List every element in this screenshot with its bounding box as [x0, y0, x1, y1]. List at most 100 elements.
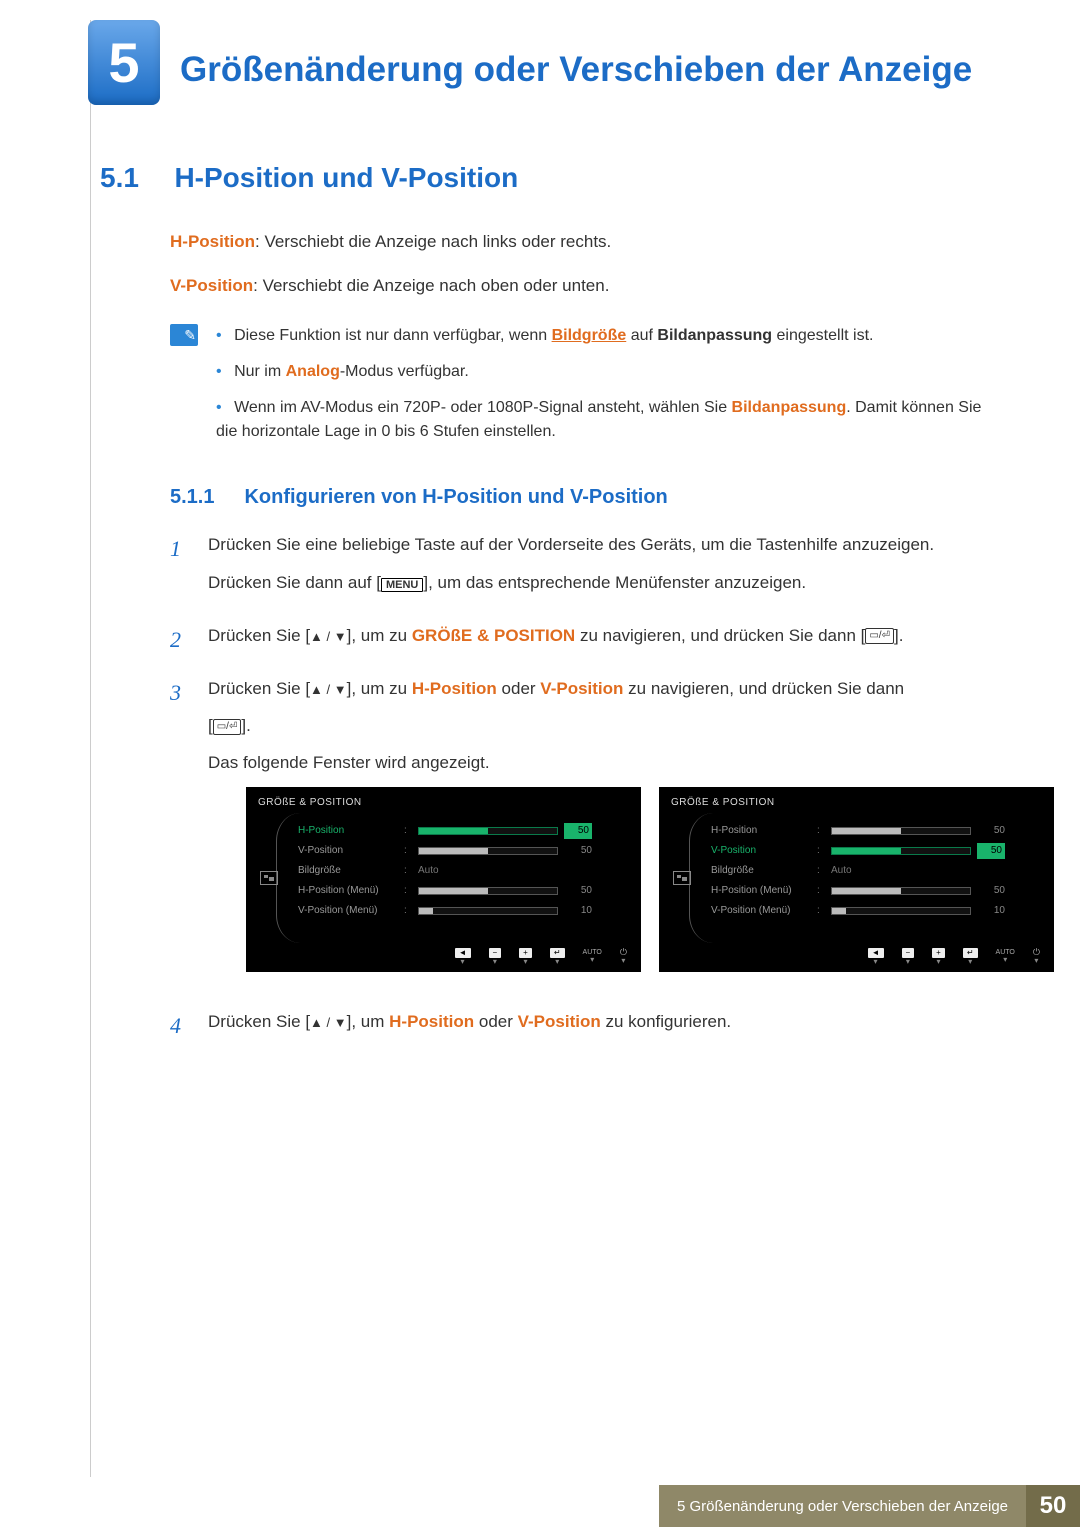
- bullet-dot: •: [216, 327, 222, 344]
- left-margin-rule: [90, 20, 91, 1477]
- section-number: 5.1: [100, 162, 170, 194]
- osd-arrow-icon: ▾: [621, 957, 625, 965]
- osd-row-hpos: H-Position:50: [711, 821, 1042, 841]
- step3-o2: V-Position: [540, 679, 623, 698]
- osd-value: 50: [977, 823, 1005, 839]
- intro-h-text: : Verschiebt die Anzeige nach links oder…: [255, 232, 611, 251]
- step-number-3: 3: [170, 675, 190, 992]
- osd-side-icon: [673, 871, 691, 885]
- osd-arrow-icon: ▾: [524, 958, 528, 966]
- step2-text: Drücken Sie [▲ / ▼], um zu GRÖßE & POSIT…: [208, 622, 903, 649]
- osd-row-vmenu: V-Position (Menü):10: [711, 901, 1042, 921]
- source-enter-icon: ▭/⏎: [213, 719, 242, 735]
- menu-key-icon: MENU: [381, 578, 423, 592]
- osd-value: 50: [977, 883, 1005, 899]
- osd-value-auto: Auto: [418, 863, 439, 879]
- osd-arrow-icon: ▾: [555, 958, 559, 966]
- osd-arrow-icon: ▾: [906, 958, 910, 966]
- osd-label: V-Position (Menü): [711, 903, 811, 919]
- subsection-number: 5.1.1: [170, 486, 240, 509]
- osd-row-hpos: H-Position:50: [298, 821, 629, 841]
- osd-label: H-Position: [711, 823, 811, 839]
- osd-label: H-Position (Menü): [711, 883, 811, 899]
- step-3: 3 Drücken Sie [▲ / ▼], um zu H-Position …: [170, 675, 1005, 992]
- step2-d: ].: [894, 626, 903, 645]
- note1-c: eingestellt ist.: [772, 327, 873, 344]
- step1b-b: ], um das entsprechende Menüfenster anzu…: [423, 573, 806, 592]
- step4-o2: V-Position: [518, 1012, 601, 1031]
- osd-value: 10: [564, 903, 592, 919]
- osd-arrow-icon: ▾: [493, 958, 497, 966]
- note3-a: Wenn im AV-Modus ein 720P- oder 1080P-Si…: [234, 399, 731, 416]
- step3-line1: Drücken Sie [▲ / ▼], um zu H-Position od…: [208, 675, 1054, 702]
- osd-value: 50: [977, 843, 1005, 859]
- osd-arrow-icon: ▾: [937, 958, 941, 966]
- step4-b: ], um: [347, 1012, 390, 1031]
- note2-a: Nur im: [234, 363, 286, 380]
- step2-a: Drücken Sie [: [208, 626, 310, 645]
- up-down-icon: ▲ / ▼: [310, 629, 347, 644]
- note3-orange: Bildanpassung: [732, 399, 847, 416]
- footer-chapter-text: 5 Größenänderung oder Verschieben der An…: [659, 1485, 1026, 1527]
- osd-arrow-icon: ▾: [968, 958, 972, 966]
- osd-row-vmenu: V-Position (Menü):10: [298, 901, 629, 921]
- osd-side-icon: [260, 871, 278, 885]
- step3-b: ], um zu: [347, 679, 412, 698]
- subsection-title: Konfigurieren von H-Position und V-Posit…: [244, 486, 667, 508]
- osd-curve-decor: [276, 813, 300, 943]
- step-2: 2 Drücken Sie [▲ / ▼], um zu GRÖßE & POS…: [170, 622, 1005, 659]
- step4-c: zu konfigurieren.: [601, 1012, 731, 1031]
- osd-label: V-Position: [298, 843, 398, 859]
- osd-title: GRÖßE & POSITION: [671, 795, 1042, 811]
- osd-row-size: Bildgröße:Auto: [711, 861, 1042, 881]
- step3-mid: oder: [497, 679, 540, 698]
- note-item-1: • Diese Funktion ist nur dann verfügbar,…: [216, 324, 1005, 348]
- note-item-2: • Nur im Analog-Modus verfügbar.: [216, 360, 1005, 384]
- osd-arrow-icon: ▾: [874, 958, 878, 966]
- osd-label: V-Position: [711, 843, 811, 859]
- osd-footer: ◄▾ −▾ +▾ ↵▾ AUTO▾ ⏻▾: [455, 948, 627, 966]
- step3-c: zu navigieren, und drücken Sie dann: [623, 679, 904, 698]
- osd-value: 50: [564, 823, 592, 839]
- note1-bold: Bildanpassung: [657, 327, 772, 344]
- osd-arrow-icon: ▾: [590, 956, 594, 964]
- intro-h-position: H-Position: Verschiebt die Anzeige nach …: [170, 229, 1005, 255]
- osd-label: H-Position: [298, 823, 398, 839]
- osd-screenshot-vposition: GRÖßE & POSITION H-Position:50 V-Positio…: [659, 787, 1054, 972]
- osd-value: 10: [977, 903, 1005, 919]
- step3-window-text: Das folgende Fenster wird angezeigt.: [208, 749, 1054, 776]
- step2-c: zu navigieren, und drücken Sie dann [: [575, 626, 865, 645]
- up-down-icon: ▲ / ▼: [310, 1015, 347, 1030]
- osd-label: V-Position (Menü): [298, 903, 398, 919]
- osd-row-vpos: V-Position:50: [711, 841, 1042, 861]
- intro-v-text: : Verschiebt die Anzeige nach oben oder …: [253, 276, 609, 295]
- step3-e: ].: [241, 716, 250, 735]
- osd-row-vpos: V-Position:50: [298, 841, 629, 861]
- osd-row-hmenu: H-Position (Menü):50: [298, 881, 629, 901]
- note-icon: [170, 324, 198, 346]
- osd-arrow-icon: ▾: [461, 958, 465, 966]
- step1-line2: Drücken Sie dann auf [MENU], um das ents…: [208, 569, 934, 596]
- osd-label: Bildgröße: [298, 863, 398, 879]
- footer-page-number: 50: [1026, 1485, 1080, 1527]
- step1b-a: Drücken Sie dann auf [: [208, 573, 381, 592]
- osd-screenshot-hposition: GRÖßE & POSITION H-Position:50 V-Positio…: [246, 787, 641, 972]
- step-number-4: 4: [170, 1008, 190, 1045]
- osd-footer: ◄▾ −▾ +▾ ↵▾ AUTO▾ ⏻▾: [868, 948, 1040, 966]
- step4-a: Drücken Sie [: [208, 1012, 310, 1031]
- osd-arrow-icon: ▾: [1034, 957, 1038, 965]
- osd-arrow-icon: ▾: [1003, 956, 1007, 964]
- step1-line1: Drücken Sie eine beliebige Taste auf der…: [208, 531, 934, 558]
- link-bildgroesse[interactable]: Bildgröße: [552, 327, 627, 344]
- note1-a: Diese Funktion ist nur dann verfügbar, w…: [234, 327, 552, 344]
- source-enter-icon: ▭/⏎: [865, 628, 894, 644]
- step-number-1: 1: [170, 531, 190, 605]
- section-title: H-Position und V-Position: [174, 162, 518, 193]
- note-item-3: • Wenn im AV-Modus ein 720P- oder 1080P-…: [216, 396, 1005, 444]
- osd-label: Bildgröße: [711, 863, 811, 879]
- osd-value-auto: Auto: [831, 863, 852, 879]
- step2-b: ], um zu: [347, 626, 412, 645]
- step-4: 4 Drücken Sie [▲ / ▼], um H-Position ode…: [170, 1008, 1005, 1045]
- step4-o1: H-Position: [389, 1012, 474, 1031]
- label-v-position: V-Position: [170, 276, 253, 295]
